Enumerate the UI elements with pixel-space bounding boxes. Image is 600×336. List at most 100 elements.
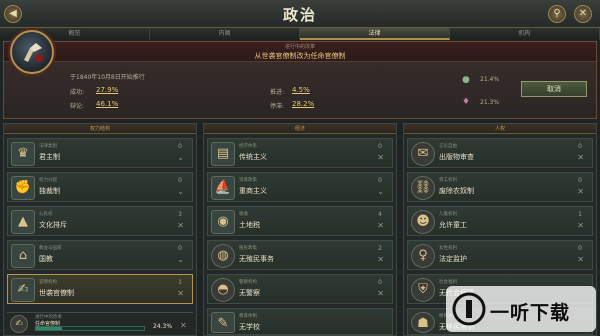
law-count: 1 bbox=[578, 211, 582, 218]
pin-icon[interactable]: ⚲ bbox=[548, 5, 566, 23]
law-count: 1 bbox=[178, 279, 182, 286]
school-icon: ✎ bbox=[211, 312, 235, 333]
law-count: 0 bbox=[578, 143, 582, 150]
fist-icon: ✊ bbox=[11, 176, 35, 200]
law-count: 3 bbox=[178, 211, 182, 218]
law-category: 经济体系 bbox=[239, 144, 257, 149]
law-count: 0 bbox=[578, 177, 582, 184]
law-change-started: 于1840年10月8日开始推行 bbox=[70, 74, 145, 81]
law-count: 0 bbox=[178, 245, 182, 252]
helmet-icon: ◓ bbox=[211, 278, 235, 302]
back-arrow-icon[interactable]: ◀ bbox=[4, 5, 22, 23]
law-name: 法定监护 bbox=[439, 255, 467, 263]
reform-progress-row: ✍ 进行中的改革 任命官僚制 24.3% ✕ bbox=[7, 312, 193, 334]
options-icon[interactable]: ✕ bbox=[377, 153, 384, 162]
law-count: 0 bbox=[178, 143, 182, 150]
options-icon[interactable]: ✕ bbox=[577, 221, 584, 230]
options-icon[interactable]: ✕ bbox=[577, 255, 584, 264]
success-label: 成功: bbox=[70, 89, 85, 96]
chain-icon: ⛓ bbox=[411, 176, 435, 200]
stall-value[interactable]: 28.2% bbox=[292, 100, 314, 108]
law-count: 0 bbox=[578, 245, 582, 252]
options-icon[interactable]: ⌄ bbox=[377, 187, 384, 196]
law-row-mercantilism[interactable]: ⛵ 贸易政策 重商主义 0 ⌄ bbox=[207, 172, 393, 202]
options-icon[interactable]: ✕ bbox=[577, 187, 584, 196]
law-row-cultural-exclusion[interactable]: ▲ 公民权 文化排斥 3 ✕ bbox=[7, 206, 193, 236]
cancel-reform-icon[interactable]: ✕ bbox=[180, 321, 187, 330]
law-category: 社会福利 bbox=[439, 280, 457, 285]
child-icon: ☻ bbox=[411, 210, 435, 234]
ship-icon: ⛵ bbox=[211, 176, 235, 200]
law-row-hereditary-bureaucrats[interactable]: ✍ 官僚机构 世袭官僚制 1 ✕ bbox=[7, 274, 193, 304]
law-name: 无警察 bbox=[239, 289, 260, 297]
law-change-header: 进行中的改革 从世袭官僚制改为任命官僚制 bbox=[4, 42, 596, 62]
tab-cabinet[interactable]: 内阁 bbox=[150, 28, 300, 40]
law-row-no-police[interactable]: ◓ 警察机构 无警察 0 ✕ bbox=[207, 274, 393, 304]
law-row-legal-guardianship[interactable]: ♀ 女性权利 法定监护 0 ✕ bbox=[407, 240, 593, 270]
law-category: 儿童权利 bbox=[439, 212, 457, 217]
close-icon[interactable]: ✕ bbox=[574, 5, 592, 23]
column-economy: 经济 ▤ 经济体系 传统主义 0 ✕ ⛵ 贸易政策 重商主义 0 ⌄ ◉ 税收 … bbox=[203, 123, 397, 336]
advance-value[interactable]: 4.5% bbox=[292, 86, 310, 94]
law-change-subtitle: 进行中的改革 bbox=[284, 44, 315, 50]
law-count: 0 bbox=[378, 177, 382, 184]
law-category: 官僚机构 bbox=[39, 280, 57, 285]
reform-progress-fill bbox=[36, 327, 63, 330]
law-row-no-schools[interactable]: ✎ 教育体制 无学校 bbox=[207, 308, 393, 335]
tab-laws[interactable]: 法律 bbox=[300, 28, 450, 40]
law-category: 权力分配 bbox=[39, 178, 57, 183]
globe-icon: ◍ bbox=[211, 244, 235, 268]
law-name: 允许童工 bbox=[439, 221, 467, 229]
debate-value[interactable]: 46.1% bbox=[96, 100, 118, 108]
options-icon[interactable]: ⌄ bbox=[177, 255, 184, 264]
law-name: 出版物审查 bbox=[439, 153, 474, 161]
law-count: 0 bbox=[378, 279, 382, 286]
watermark-logo-icon bbox=[452, 292, 486, 326]
cancel-reform-button[interactable]: 取消 bbox=[521, 81, 587, 97]
law-row-serfdom-abolished[interactable]: ⛓ 劳工权利 废除农奴制 0 ✕ bbox=[407, 172, 593, 202]
law-category: 劳工权利 bbox=[439, 178, 457, 183]
law-row-child-labor-allowed[interactable]: ☻ 儿童权利 允许童工 1 ✕ bbox=[407, 206, 593, 236]
options-icon[interactable]: ✕ bbox=[377, 255, 384, 264]
options-icon[interactable]: ⌄ bbox=[177, 153, 184, 162]
options-icon[interactable]: ✕ bbox=[377, 289, 384, 298]
law-name: 无殖民事务 bbox=[239, 255, 274, 263]
law-row-monarchy[interactable]: ♛ 法律类别 君主制 0 ⌄ bbox=[7, 138, 193, 168]
column-title: 人权 bbox=[404, 124, 596, 134]
triangle-icon: ▲ bbox=[11, 210, 35, 234]
law-category: 教会与国家 bbox=[39, 246, 62, 251]
success-value[interactable]: 27.9% bbox=[96, 86, 118, 94]
law-category: 殖民政策 bbox=[239, 246, 257, 251]
law-category: 警察机构 bbox=[239, 280, 257, 285]
options-icon[interactable]: ⌄ bbox=[177, 187, 184, 196]
law-name: 废除农奴制 bbox=[439, 187, 474, 195]
law-category: 法律类别 bbox=[39, 144, 57, 149]
options-icon[interactable]: ✕ bbox=[177, 221, 184, 230]
column-title: 经济 bbox=[204, 124, 396, 134]
law-row-state-religion[interactable]: ⌂ 教会与国家 国教 0 ⌄ bbox=[7, 240, 193, 270]
coin-stack-icon: ◉ bbox=[211, 210, 235, 234]
law-count: 0 bbox=[178, 177, 182, 184]
law-row-land-tax[interactable]: ◉ 税收 土地税 4 ✕ bbox=[207, 206, 393, 236]
law-name: 传统主义 bbox=[239, 153, 267, 161]
press-icon: ✉ bbox=[411, 142, 435, 166]
law-row-traditionalism[interactable]: ▤ 经济体系 传统主义 0 ✕ bbox=[207, 138, 393, 168]
hand-seal-icon bbox=[24, 43, 43, 62]
law-row-autocracy[interactable]: ✊ 权力分配 独裁制 0 ⌄ bbox=[7, 172, 193, 202]
tab-institutions[interactable]: 机构 bbox=[450, 28, 600, 40]
options-icon[interactable]: ✕ bbox=[577, 153, 584, 162]
column-power-structure: 权力结构 ♛ 法律类别 君主制 0 ⌄ ✊ 权力分配 独裁制 0 ⌄ ▲ 公民权… bbox=[3, 123, 197, 336]
window-title: 政治 bbox=[282, 6, 317, 24]
shield-icon: ⛨ bbox=[411, 278, 435, 302]
crown-icon: ♛ bbox=[11, 142, 35, 166]
options-icon[interactable]: ✕ bbox=[377, 221, 384, 230]
oppose-group-icon: ♦ bbox=[462, 97, 471, 107]
law-row-censorship[interactable]: ✉ 言论自由 出版物审查 0 ✕ bbox=[407, 138, 593, 168]
bureaucracy-law-icon bbox=[10, 30, 54, 74]
support-group-icon: ● bbox=[462, 75, 470, 85]
law-row-no-colonial-affairs[interactable]: ◍ 殖民政策 无殖民事务 2 ✕ bbox=[207, 240, 393, 270]
book-icon: ▤ bbox=[211, 142, 235, 166]
options-icon[interactable]: ✕ bbox=[177, 289, 184, 298]
hand-seal-icon: ✍ bbox=[10, 315, 28, 333]
law-category: 女性权利 bbox=[439, 246, 457, 251]
